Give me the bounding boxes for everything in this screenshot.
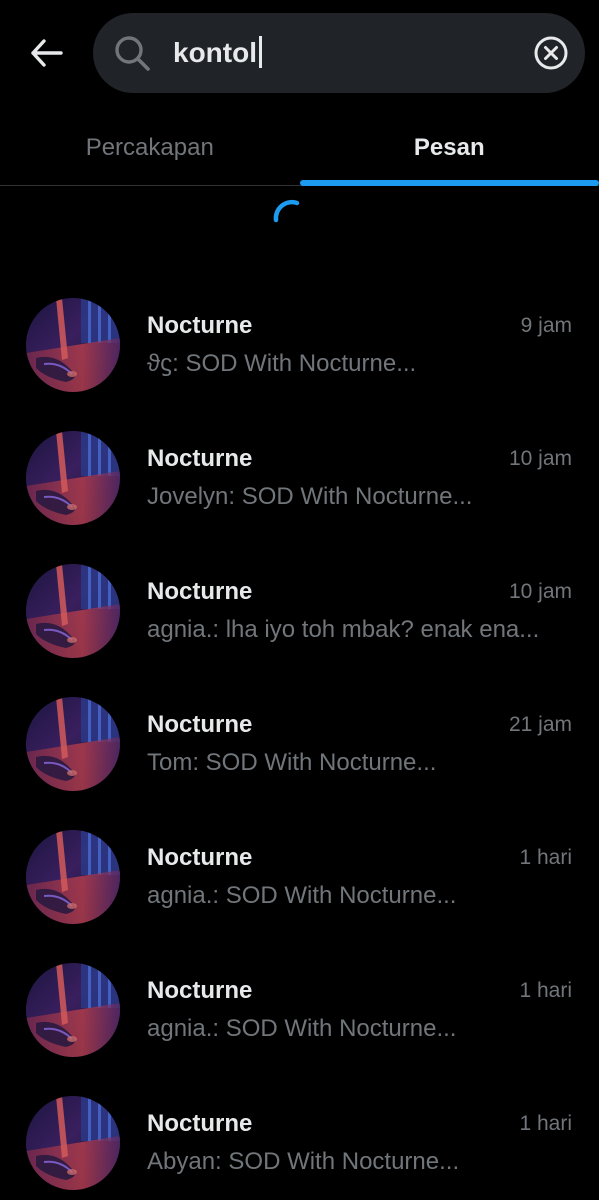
tab-percakapan[interactable]: Percakapan bbox=[0, 110, 300, 185]
avatar-image bbox=[26, 564, 120, 658]
message-timestamp: 1 hari bbox=[519, 846, 572, 869]
avatar[interactable] bbox=[26, 298, 120, 392]
text-caret bbox=[259, 36, 262, 68]
conversation-name: Nocturne bbox=[147, 1110, 253, 1137]
avatar-image bbox=[26, 830, 120, 924]
message-row[interactable]: Nocturne 1 hari Abyan: SOD With Nocturne… bbox=[0, 1058, 599, 1191]
back-button[interactable] bbox=[22, 30, 72, 76]
tab-label: Pesan bbox=[413, 133, 485, 161]
conversation-name: Nocturne bbox=[147, 578, 253, 605]
message-preview: agnia.: lha iyo toh mbak? enak ena... bbox=[147, 616, 540, 643]
active-tab-indicator bbox=[299, 180, 599, 186]
avatar[interactable] bbox=[26, 963, 120, 1057]
message-row[interactable]: Nocturne 21 jam Tom: SOD With Nocturne..… bbox=[0, 659, 599, 792]
message-preview: Abyan: SOD With Nocturne... bbox=[147, 1148, 460, 1175]
conversation-name: Nocturne bbox=[147, 711, 253, 738]
avatar-image bbox=[26, 1096, 120, 1190]
arrow-left-icon bbox=[31, 39, 63, 67]
avatar[interactable] bbox=[26, 431, 120, 525]
clear-search-icon[interactable] bbox=[533, 35, 569, 71]
avatar[interactable] bbox=[26, 830, 120, 924]
message-timestamp: 10 jam bbox=[508, 447, 572, 470]
message-timestamp: 10 jam bbox=[508, 580, 572, 603]
message-row[interactable]: Nocturne 10 jam Jovelyn: SOD With Noctur… bbox=[0, 393, 599, 526]
search-icon bbox=[115, 36, 150, 71]
messages-search-screen: kontol Percakapan Pesan Nocturne 9 jam ϑ… bbox=[0, 0, 599, 1200]
search-bar[interactable]: kontol bbox=[93, 13, 585, 93]
message-timestamp: 9 jam bbox=[520, 314, 572, 337]
avatar-image bbox=[26, 431, 120, 525]
avatar[interactable] bbox=[26, 1096, 120, 1190]
conversation-name: Nocturne bbox=[147, 844, 253, 871]
search-header: kontol bbox=[0, 0, 599, 110]
avatar-image bbox=[26, 697, 120, 791]
conversation-name: Nocturne bbox=[147, 445, 253, 472]
message-preview: agnia.: SOD With Nocturne... bbox=[147, 1015, 457, 1042]
loading-spinner-icon bbox=[273, 199, 300, 223]
search-input[interactable]: kontol bbox=[173, 31, 262, 75]
message-preview: agnia.: SOD With Nocturne... bbox=[147, 882, 457, 909]
message-results-list: Nocturne 9 jam ϑϛ: SOD With Nocturne... bbox=[0, 260, 599, 1191]
message-preview: Jovelyn: SOD With Nocturne... bbox=[147, 483, 473, 510]
search-query: kontol bbox=[173, 37, 257, 68]
tab-pesan[interactable]: Pesan bbox=[299, 110, 599, 186]
avatar-image bbox=[26, 963, 120, 1057]
message-row[interactable]: Nocturne 9 jam ϑϛ: SOD With Nocturne... bbox=[0, 260, 599, 393]
conversation-name: Nocturne bbox=[147, 312, 253, 339]
message-row[interactable]: Nocturne 1 hari agnia.: SOD With Nocturn… bbox=[0, 792, 599, 925]
message-row[interactable]: Nocturne 1 hari agnia.: SOD With Nocturn… bbox=[0, 925, 599, 1058]
message-timestamp: 1 hari bbox=[519, 1112, 572, 1135]
message-timestamp: 21 jam bbox=[508, 713, 572, 736]
search-tabs: Percakapan Pesan bbox=[0, 110, 599, 186]
avatar-image bbox=[26, 298, 120, 392]
message-timestamp: 1 hari bbox=[519, 979, 572, 1002]
message-preview: Tom: SOD With Nocturne... bbox=[147, 749, 437, 776]
conversation-name: Nocturne bbox=[147, 977, 253, 1004]
tab-label: Percakapan bbox=[85, 133, 214, 161]
avatar[interactable] bbox=[26, 697, 120, 791]
message-row[interactable]: Nocturne 10 jam agnia.: lha iyo toh mbak… bbox=[0, 526, 599, 659]
avatar[interactable] bbox=[26, 564, 120, 658]
message-preview: ϑϛ: SOD With Nocturne... bbox=[147, 350, 417, 377]
